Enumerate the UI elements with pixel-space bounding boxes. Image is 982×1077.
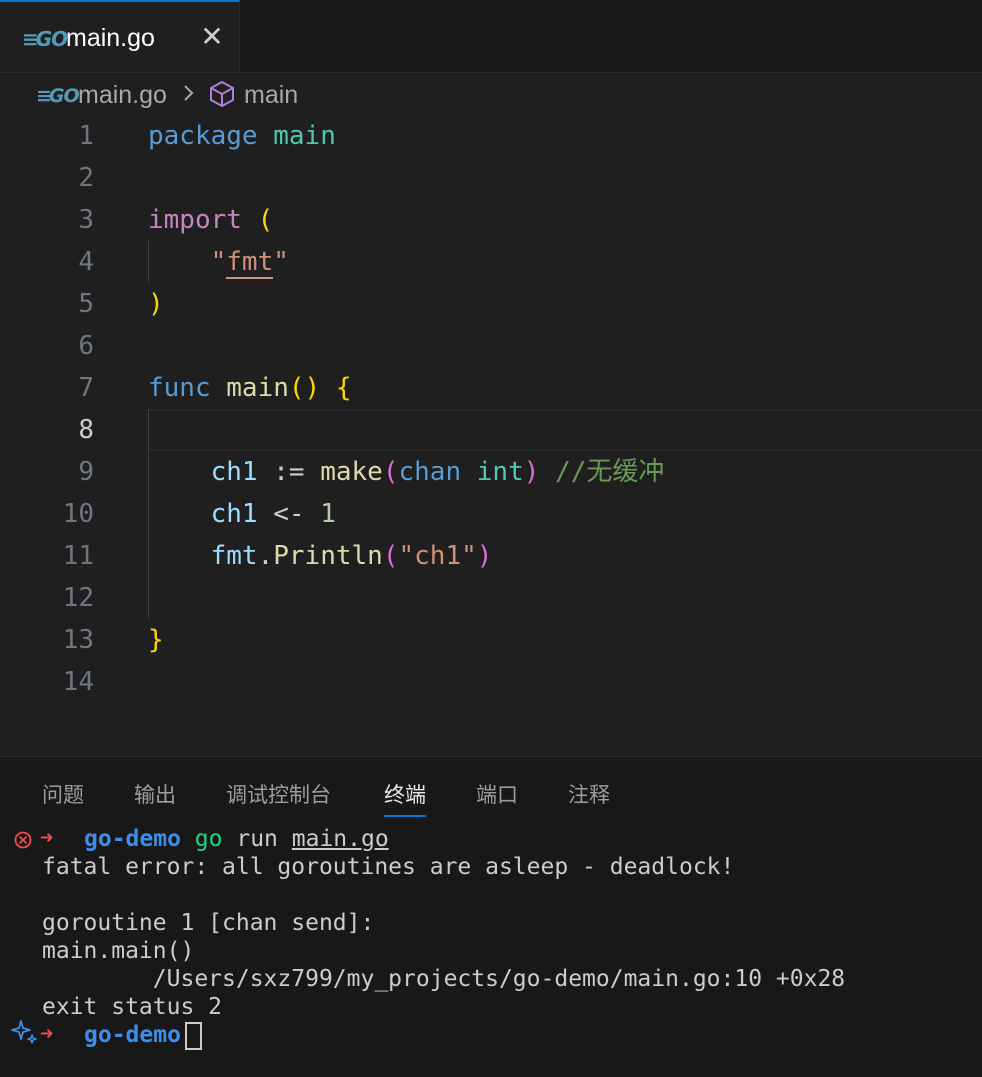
error-circle-icon bbox=[14, 831, 32, 849]
prompt-arrow: ➜ bbox=[40, 1022, 54, 1047]
line-number: 13 bbox=[62, 625, 94, 655]
code-line: 6 bbox=[0, 325, 982, 367]
type-name: int bbox=[476, 457, 524, 487]
variable: ch1 bbox=[210, 457, 258, 487]
chevron-right-icon bbox=[184, 85, 194, 101]
keyword: chan bbox=[398, 457, 462, 487]
line-number: 10 bbox=[62, 499, 94, 529]
prompt-directory: go-demo bbox=[84, 1022, 181, 1048]
tab-problems[interactable]: 问题 bbox=[42, 779, 84, 815]
keyword: package bbox=[148, 121, 258, 151]
comment: //无缓冲 bbox=[555, 457, 665, 487]
tab-comments[interactable]: 注释 bbox=[568, 779, 610, 815]
line-number: 4 bbox=[78, 247, 94, 277]
bracket: ) bbox=[476, 541, 493, 571]
bracket: ( bbox=[257, 205, 274, 235]
line-number: 2 bbox=[78, 163, 94, 193]
line-number: 1 bbox=[78, 121, 94, 151]
bracket: ( bbox=[382, 541, 399, 571]
command-name: go bbox=[194, 826, 223, 852]
operator: <- bbox=[273, 499, 305, 529]
code-line: 9 ch1 := make(chan int) //无缓冲 bbox=[0, 451, 982, 493]
close-icon[interactable]: ✕ bbox=[198, 20, 226, 54]
terminal-output-line: /Users/sxz799/my_projects/go-demo/main.g… bbox=[42, 966, 846, 992]
code-line: 14 bbox=[0, 661, 982, 703]
line-number: 8 bbox=[78, 415, 94, 445]
tab-ports[interactable]: 端口 bbox=[476, 779, 518, 815]
code-line: 10 ch1 <- 1 bbox=[0, 493, 982, 535]
line-number: 11 bbox=[62, 541, 94, 571]
tab-title: main.go bbox=[66, 24, 155, 52]
line-number: 7 bbox=[78, 373, 94, 403]
bracket: ) bbox=[148, 289, 164, 319]
tab-terminal[interactable]: 终端 bbox=[384, 779, 426, 817]
operator: := bbox=[273, 457, 305, 487]
bottom-panel: 问题 输出 调试控制台 终端 端口 注释 ➜ go-demo go run ma… bbox=[0, 756, 982, 1077]
function-name: make bbox=[320, 457, 383, 487]
breadcrumb-file[interactable]: main.go bbox=[78, 81, 167, 110]
terminal-output-line: exit status 2 bbox=[42, 994, 223, 1020]
breadcrumb-symbol[interactable]: main bbox=[244, 81, 298, 110]
bracket: { bbox=[335, 373, 352, 403]
prompt-arrow: ➜ bbox=[40, 826, 54, 851]
tab-output[interactable]: 输出 bbox=[134, 779, 176, 815]
terminal-output-line: fatal error: all goroutines are asleep -… bbox=[42, 854, 735, 880]
string-quote: " bbox=[273, 247, 289, 277]
go-file-icon: ≡GO bbox=[22, 27, 68, 51]
terminal-prompt-line: go-demo bbox=[84, 1021, 202, 1050]
line-number: 5 bbox=[78, 289, 94, 319]
terminal-cursor bbox=[184, 1021, 202, 1050]
code-line: 1 package main bbox=[0, 115, 982, 157]
code-line: 2 bbox=[0, 157, 982, 199]
bracket: ) bbox=[523, 457, 540, 487]
terminal-output-line: goroutine 1 [chan send]: bbox=[42, 910, 375, 936]
code-editor[interactable]: 1 package main 2 3 import ( 4 "fmt" 5 ) … bbox=[0, 115, 982, 755]
bracket: } bbox=[148, 625, 164, 655]
variable: ch1 bbox=[210, 499, 258, 529]
string-quote: " bbox=[210, 247, 227, 277]
code-line: 13 } bbox=[0, 619, 982, 661]
package-ref: fmt bbox=[210, 541, 258, 571]
line-number: 6 bbox=[78, 331, 94, 361]
number-literal: 1 bbox=[320, 499, 336, 529]
command-file: main.go bbox=[291, 826, 389, 852]
command-args: run bbox=[222, 826, 292, 852]
line-number: 12 bbox=[62, 583, 94, 613]
code-line: 12 bbox=[0, 577, 982, 619]
function-name: Println bbox=[273, 541, 383, 571]
package-name: main bbox=[273, 121, 336, 151]
sparkle-icon[interactable] bbox=[10, 1017, 40, 1047]
cube-icon bbox=[210, 81, 234, 107]
line-number: 14 bbox=[62, 667, 94, 697]
code-line: 3 import ( bbox=[0, 199, 982, 241]
bracket: () bbox=[288, 373, 321, 403]
code-line-active: 8 bbox=[0, 409, 982, 451]
go-file-icon: ≡GO bbox=[36, 85, 80, 107]
code-line: 5 ) bbox=[0, 283, 982, 325]
terminal-output-line: main.main() bbox=[42, 938, 195, 964]
string-literal: fmt bbox=[226, 247, 274, 279]
breadcrumb: ≡GO main.go main bbox=[0, 73, 982, 117]
code-line: 11 fmt.Println("ch1") bbox=[0, 535, 982, 577]
line-number: 9 bbox=[78, 457, 94, 487]
string-literal: "ch1" bbox=[398, 541, 477, 571]
terminal-command-line: go-demo go run main.go bbox=[84, 825, 389, 853]
tab-debug-console[interactable]: 调试控制台 bbox=[226, 779, 331, 815]
code-line: 7 func main() { bbox=[0, 367, 982, 409]
tab-main-go[interactable]: ≡GO main.go ✕ bbox=[0, 0, 240, 72]
function-name: main bbox=[226, 373, 289, 403]
dot: . bbox=[257, 541, 274, 571]
prompt-directory: go-demo bbox=[84, 826, 181, 852]
line-number: 3 bbox=[78, 205, 94, 235]
code-line: 4 "fmt" bbox=[0, 241, 982, 283]
keyword: func bbox=[148, 373, 211, 403]
tab-bar: ≡GO main.go ✕ bbox=[0, 0, 982, 73]
bracket: ( bbox=[382, 457, 399, 487]
keyword: import bbox=[148, 205, 242, 235]
